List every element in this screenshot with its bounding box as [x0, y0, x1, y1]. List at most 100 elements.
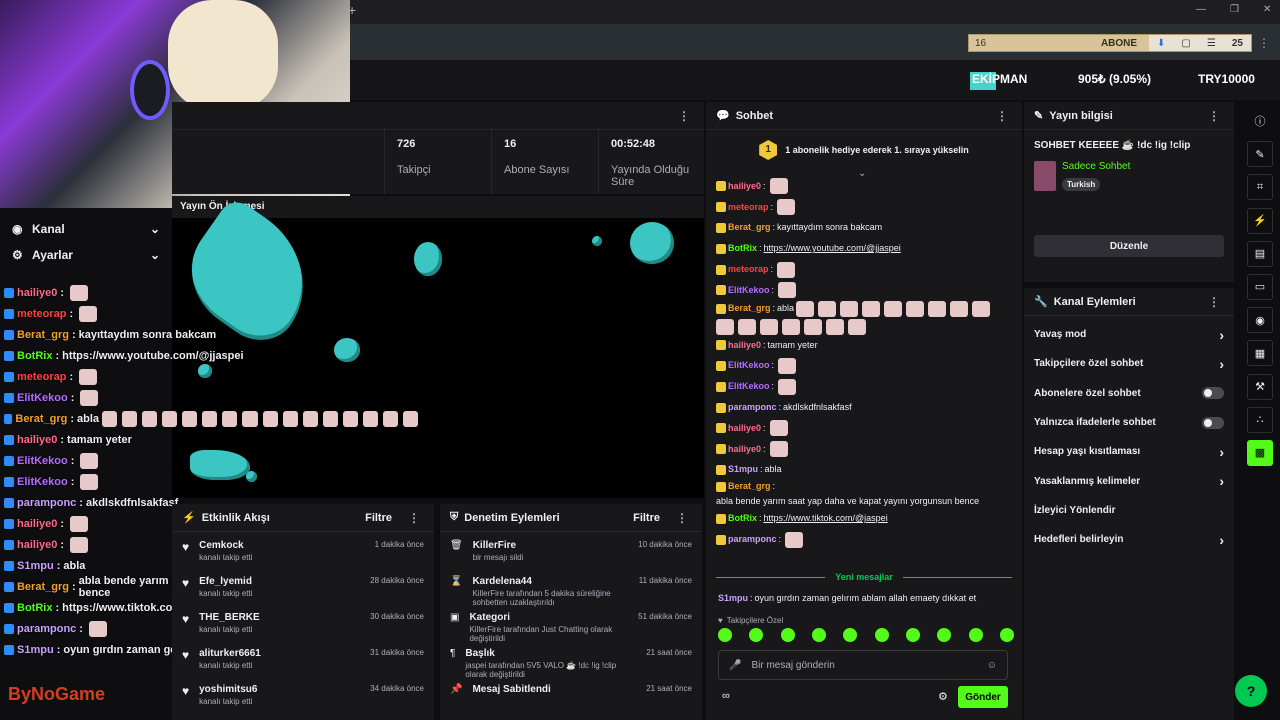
more-icon[interactable]: ⋮ [672, 511, 692, 525]
emote-icon[interactable] [905, 628, 920, 642]
moderation-name: Kategori [469, 612, 511, 623]
toggle-switch[interactable] [1202, 416, 1224, 429]
send-button[interactable]: Gönder [958, 686, 1008, 708]
category-name[interactable]: Sadece Sohbet [1062, 161, 1130, 172]
channel-action-item[interactable]: Yavaş mod › [1024, 320, 1234, 349]
moderation-item[interactable]: 🗑 KillerFire bir mesajı sildi 10 dakika önc… [440, 536, 702, 572]
emote-icon[interactable] [999, 628, 1014, 642]
chat-username[interactable]: meteorap [728, 201, 769, 214]
chat-username[interactable]: paramponc [728, 401, 777, 414]
activity-item[interactable]: ♥ aliturker6661 kanalı takip etti 31 dakika… [172, 644, 434, 680]
emote-icon [796, 300, 815, 317]
microphone-icon[interactable]: 🎤 [729, 660, 741, 671]
bolt-icon[interactable]: ⚡ [1247, 207, 1273, 234]
activity-sub: kanalı takip etti [199, 625, 253, 634]
activity-item[interactable]: ♥ Efe_lyemid kanalı takip etti 28 dakika ön… [172, 572, 434, 608]
more-icon[interactable]: ⋮ [404, 511, 424, 525]
chat-username[interactable]: BotRix [728, 512, 757, 525]
edit-button[interactable]: Düzenle [1034, 235, 1224, 257]
broadcast-icon[interactable]: ◉ [1247, 307, 1273, 334]
chat-input[interactable]: 🎤 Bir mesaj gönderin ☺ [718, 650, 1008, 680]
more-icon[interactable]: ⋮ [1204, 109, 1224, 123]
chat-username[interactable]: S1mpu [718, 592, 748, 605]
overlay-chat-line: BotRix: https://www.youtube.com/@jjaspei [0, 345, 420, 366]
maximize-icon[interactable]: ❐ [1230, 4, 1239, 15]
filter-button[interactable]: Filtre [365, 512, 392, 524]
focus-icon[interactable]: ⌗ [1247, 174, 1273, 201]
chat-username[interactable]: Berat_grg [728, 221, 771, 234]
menu-ayarlar[interactable]: ⚙ Ayarlar ⌄ [0, 242, 172, 268]
chat-icon[interactable]: ▭ [1247, 273, 1273, 300]
stat-label: Takipçi [397, 164, 431, 176]
more-icon[interactable]: ⋮ [992, 109, 1012, 123]
moderation-item[interactable]: ⌛ Kardelena44 KillerFire tarafından 5 daki… [440, 572, 702, 608]
emote-icon[interactable] [811, 628, 826, 642]
moderation-item[interactable]: ▣ Kategori KillerFire tarafından Just Chat… [440, 608, 702, 644]
pinned-message[interactable]: 1 1 abonelik hediye ederek 1. sıraya yük… [706, 130, 1022, 170]
stream-info-title: Yayın bilgisi [1049, 109, 1113, 122]
activity-item[interactable]: ♥ Cemkock kanalı takip etti 1 dakika önce [172, 536, 434, 572]
wrench-icon[interactable]: ⚒ [1247, 373, 1273, 400]
overlay-chat-line: meteorap: [0, 366, 420, 387]
more-icon[interactable]: ⋮ [674, 109, 694, 123]
activity-item[interactable]: ♥ yoshimitsu6 kanalı takip etti 34 dakika ö… [172, 680, 434, 716]
toggle-switch[interactable] [1202, 387, 1224, 400]
clipboard-icon[interactable]: ▤ [1247, 240, 1273, 267]
minimize-icon[interactable]: — [1196, 4, 1206, 15]
emote-icon[interactable] [874, 628, 889, 642]
smiley-icon[interactable]: ☺ [987, 660, 997, 671]
badge-icon [716, 264, 726, 275]
infinity-icon[interactable]: ∞ [722, 690, 730, 702]
emote-icon[interactable] [718, 628, 732, 642]
chat-text: abla [764, 464, 782, 475]
badge-icon [716, 381, 726, 392]
overlay-chat-username: ElitKekoo [17, 475, 68, 488]
channel-action-item[interactable]: Yalnızca ifadelerle sohbet [1024, 408, 1234, 437]
emote-icon[interactable] [968, 628, 983, 642]
channel-action-item[interactable]: İzleyici Yönlendir [1024, 496, 1234, 525]
menu-kanal[interactable]: ◉ Kanal ⌄ [0, 216, 172, 242]
wrench-icon: 🔧 [1034, 296, 1048, 308]
more-icon[interactable]: ⋮ [1204, 295, 1224, 309]
filter-button[interactable]: Filtre [633, 512, 660, 524]
more-icon[interactable]: ⋮ [1258, 36, 1270, 50]
channel-action-item[interactable]: Hesap yaşı kısıtlaması › [1024, 437, 1234, 466]
chat-username[interactable]: hailiye0 [728, 443, 761, 456]
pencil-icon[interactable]: ✎ [1247, 141, 1273, 168]
chat-username[interactable]: S1mpu [728, 463, 758, 476]
moderation-item[interactable]: ¶ Başlık jaspei tarafından 5V5 VALO ☕ !dc … [440, 644, 702, 680]
help-icon[interactable]: ? [1235, 675, 1267, 707]
chat-username[interactable]: hailiye0 [728, 180, 761, 193]
close-icon[interactable]: ✕ [1263, 4, 1271, 15]
emote-icon [785, 531, 804, 548]
gear-icon[interactable]: ⚙ [938, 690, 948, 703]
clapper-icon[interactable]: ▩ [1247, 439, 1273, 466]
chat-username[interactable]: ElitKekoo [728, 359, 770, 372]
leaderboard-goal: TRY10000 [1198, 72, 1255, 86]
chat-username[interactable]: Berat_grg [728, 480, 771, 493]
emote-icon[interactable] [749, 628, 764, 642]
channel-action-item[interactable]: Hedefleri belirleyin › [1024, 525, 1234, 554]
chat-message: ElitKekoo: [716, 356, 1012, 377]
emote-icon[interactable] [843, 628, 858, 642]
chat-username[interactable]: ElitKekoo [728, 284, 770, 297]
layout-icon[interactable]: ▦ [1247, 340, 1273, 367]
moderation-item[interactable]: 📌 Mesaj Sabitlendi 21 saat önce [440, 680, 702, 716]
dots-icon[interactable]: ∴ [1247, 406, 1273, 433]
chat-username[interactable]: ElitKekoo [728, 380, 770, 393]
channel-action-item[interactable]: Yasaklanmış kelimeler › [1024, 466, 1234, 495]
chat-username[interactable]: Berat_grg [728, 302, 771, 315]
activity-item[interactable]: ♥ THE_BERKE kanalı takip etti 30 dakika önc… [172, 608, 434, 644]
chat-link[interactable]: https://www.tiktok.com/@jaspei [764, 512, 888, 525]
channel-action-item[interactable]: Takipçilere özel sohbet › [1024, 349, 1234, 378]
chat-username[interactable]: BotRix [728, 242, 757, 255]
channel-action-item[interactable]: Abonelere özel sohbet [1024, 379, 1234, 408]
chat-username[interactable]: hailiye0 [728, 339, 761, 352]
emote-icon[interactable] [780, 628, 795, 642]
emote-icon[interactable] [937, 628, 952, 642]
chat-username[interactable]: hailiye0 [728, 422, 761, 435]
chat-username[interactable]: paramponc [728, 533, 777, 546]
chat-username[interactable]: meteorap [728, 263, 769, 276]
chat-link[interactable]: https://www.youtube.com/@jjaspei [764, 242, 901, 255]
info-icon[interactable]: ⓘ [1247, 108, 1273, 134]
